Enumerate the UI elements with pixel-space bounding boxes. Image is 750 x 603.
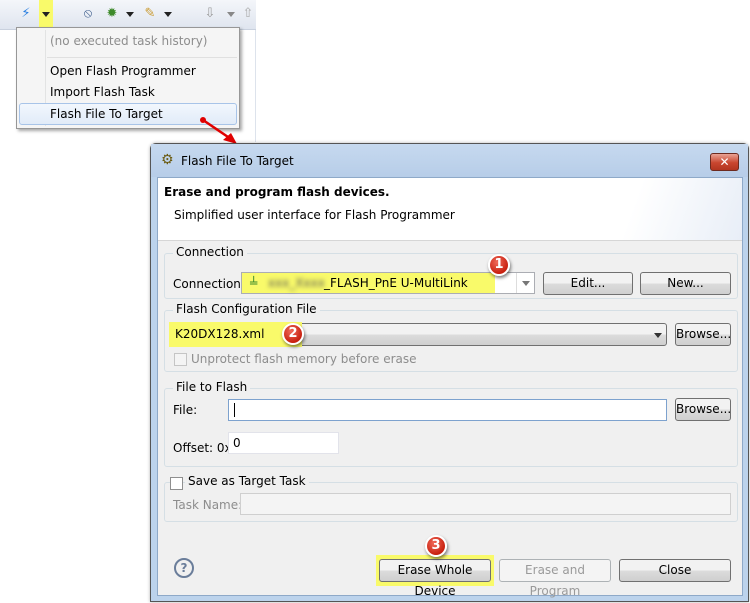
debug-off-icon[interactable]: ⦸ xyxy=(80,6,96,22)
flash-programmer-icon[interactable]: ⚡ xyxy=(18,6,34,22)
bug-dropdown-icon[interactable] xyxy=(126,12,134,17)
task-name-input[interactable] xyxy=(240,493,731,515)
connection-icon: ╧ xyxy=(250,276,258,290)
menu-item-flash-file-to-target[interactable]: Flash File To Target xyxy=(50,107,163,121)
dialog-title-bar[interactable]: ⚙ Flash File To Target ✕ xyxy=(151,144,748,177)
launch-dropdown-icon[interactable] xyxy=(164,12,172,17)
launch-pen-icon[interactable]: ✎ xyxy=(142,6,158,22)
edit-connection-button[interactable]: Edit... xyxy=(543,272,633,295)
flash-file-to-target-dialog: ⚙ Flash File To Target ✕ Erase and progr… xyxy=(150,143,749,602)
menu-item-no-history: (no executed task history) xyxy=(50,34,208,48)
export-icon[interactable]: ⇧ xyxy=(240,6,256,22)
dialog-header: Erase and program flash devices. Simplif… xyxy=(158,178,742,241)
erase-whole-device-button[interactable]: Erase Whole Device xyxy=(379,559,491,598)
erase-and-program-button[interactable]: Erase and Program xyxy=(499,559,611,598)
flash-dropdown-button[interactable] xyxy=(39,0,53,28)
menu-separator xyxy=(47,57,237,58)
menu-item-import-flash-task[interactable]: Import Flash Task xyxy=(50,85,155,99)
new-connection-button[interactable]: New... xyxy=(640,272,731,295)
flash-config-group-label: Flash Configuration File xyxy=(173,302,320,316)
header-title: Erase and program flash devices. xyxy=(164,185,390,199)
step-badge-3: 3 xyxy=(425,535,447,557)
file-label: File: xyxy=(173,403,198,417)
flash-config-combo[interactable]: K20DX128.xml xyxy=(169,322,667,347)
browse-config-button[interactable]: Browse... xyxy=(675,323,731,346)
offset-label: Offset: 0x xyxy=(173,441,232,455)
help-icon[interactable]: ? xyxy=(174,558,194,578)
connection-group: Connection Connection: ╧ xxx_Xxxx _FLASH… xyxy=(164,245,738,299)
close-window-button[interactable]: ✕ xyxy=(710,153,739,171)
flash-wizard-icon: ⚙ xyxy=(161,152,174,168)
target-task-group: Save as Target Task Task Name: xyxy=(164,474,738,522)
connection-combo[interactable]: ╧ xxx_Xxxx _FLASH_PnE U-MultiLink xyxy=(241,272,535,294)
unprotect-checkbox[interactable] xyxy=(174,353,187,366)
toolbar: ⚡ ⦸ ✹ ✎ ⇩ ⇧ xyxy=(0,0,256,30)
save-target-task-checkbox[interactable] xyxy=(170,477,183,490)
close-button[interactable]: Close xyxy=(619,559,731,582)
file-input[interactable] xyxy=(228,399,667,421)
header-subtitle: Simplified user interface for Flash Prog… xyxy=(174,208,455,222)
menu-item-open-flash-programmer[interactable]: Open Flash Programmer xyxy=(50,64,196,78)
save-target-task-label: Save as Target Task xyxy=(185,474,309,488)
flash-config-value: K20DX128.xml xyxy=(175,327,265,341)
file-to-flash-group-label: File to Flash xyxy=(173,380,251,394)
unprotect-label: Unprotect flash memory before erase xyxy=(191,352,417,366)
step-badge-2: 2 xyxy=(282,323,304,345)
connection-blurred-prefix: xxx_Xxxx xyxy=(268,276,325,290)
bug-icon[interactable]: ✹ xyxy=(104,6,120,22)
connection-group-label: Connection xyxy=(173,245,247,259)
dialog-title: Flash File To Target xyxy=(181,154,294,168)
import-dropdown-icon[interactable] xyxy=(227,12,235,17)
file-to-flash-group: File to Flash File: Browse... Offset: 0x… xyxy=(164,380,738,467)
connection-label: Connection: xyxy=(173,277,245,291)
task-name-label: Task Name: xyxy=(173,498,243,512)
flash-config-group: Flash Configuration File K20DX128.xml Br… xyxy=(164,302,738,372)
dialog-body: Erase and program flash devices. Simplif… xyxy=(157,177,743,598)
step-badge-1: 1 xyxy=(488,254,510,276)
import-icon[interactable]: ⇩ xyxy=(202,6,218,22)
browse-file-button[interactable]: Browse... xyxy=(675,398,731,421)
offset-input[interactable]: 0 xyxy=(228,432,339,454)
connection-value: _FLASH_PnE U-MultiLink xyxy=(324,276,468,290)
